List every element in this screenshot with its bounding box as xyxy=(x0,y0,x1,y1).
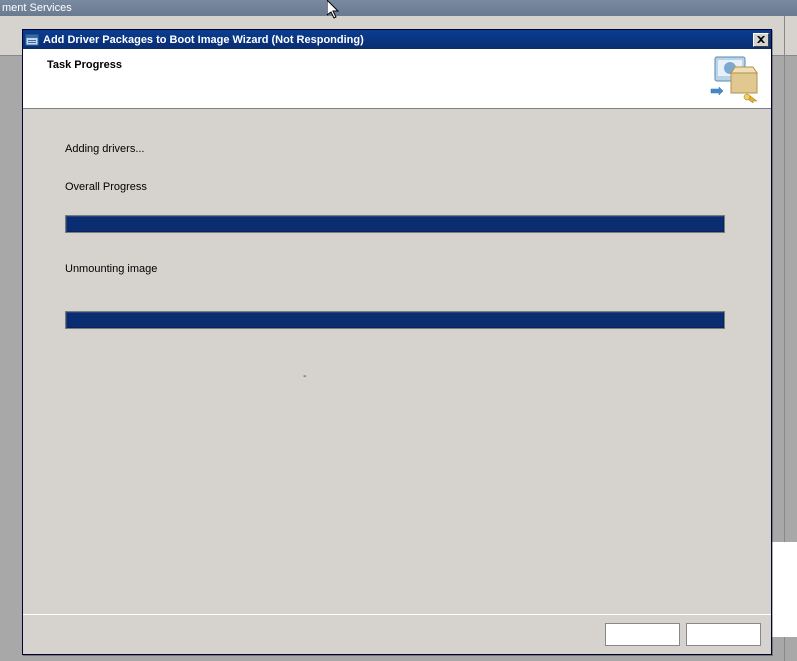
wizard-header-icon xyxy=(709,55,761,103)
subtask-label: Unmounting image xyxy=(65,263,729,275)
overall-progress-label: Overall Progress xyxy=(65,181,729,193)
stray-dash-text: - xyxy=(303,370,307,382)
wizard-titlebar[interactable]: Add Driver Packages to Boot Image Wizard… xyxy=(23,30,771,49)
close-button[interactable] xyxy=(753,33,769,47)
overall-progress-bar xyxy=(65,215,725,233)
status-text: Adding drivers... xyxy=(65,143,729,155)
wizard-header: Task Progress xyxy=(23,49,771,109)
footer-button-2[interactable] xyxy=(686,623,761,646)
page-title: Task Progress xyxy=(47,59,122,71)
background-window-titlebar: ment Services xyxy=(0,0,797,16)
wizard-app-icon xyxy=(25,33,39,47)
footer-button-1[interactable] xyxy=(605,623,680,646)
wizard-title: Add Driver Packages to Boot Image Wizard… xyxy=(43,34,753,46)
close-icon xyxy=(757,36,765,43)
wizard-footer xyxy=(23,614,771,654)
background-window-title: ment Services xyxy=(2,2,72,14)
wizard-body: Adding drivers... Overall Progress Unmou… xyxy=(23,109,771,339)
wizard-dialog: Add Driver Packages to Boot Image Wizard… xyxy=(22,29,772,655)
subtask-progress-bar xyxy=(65,311,725,329)
